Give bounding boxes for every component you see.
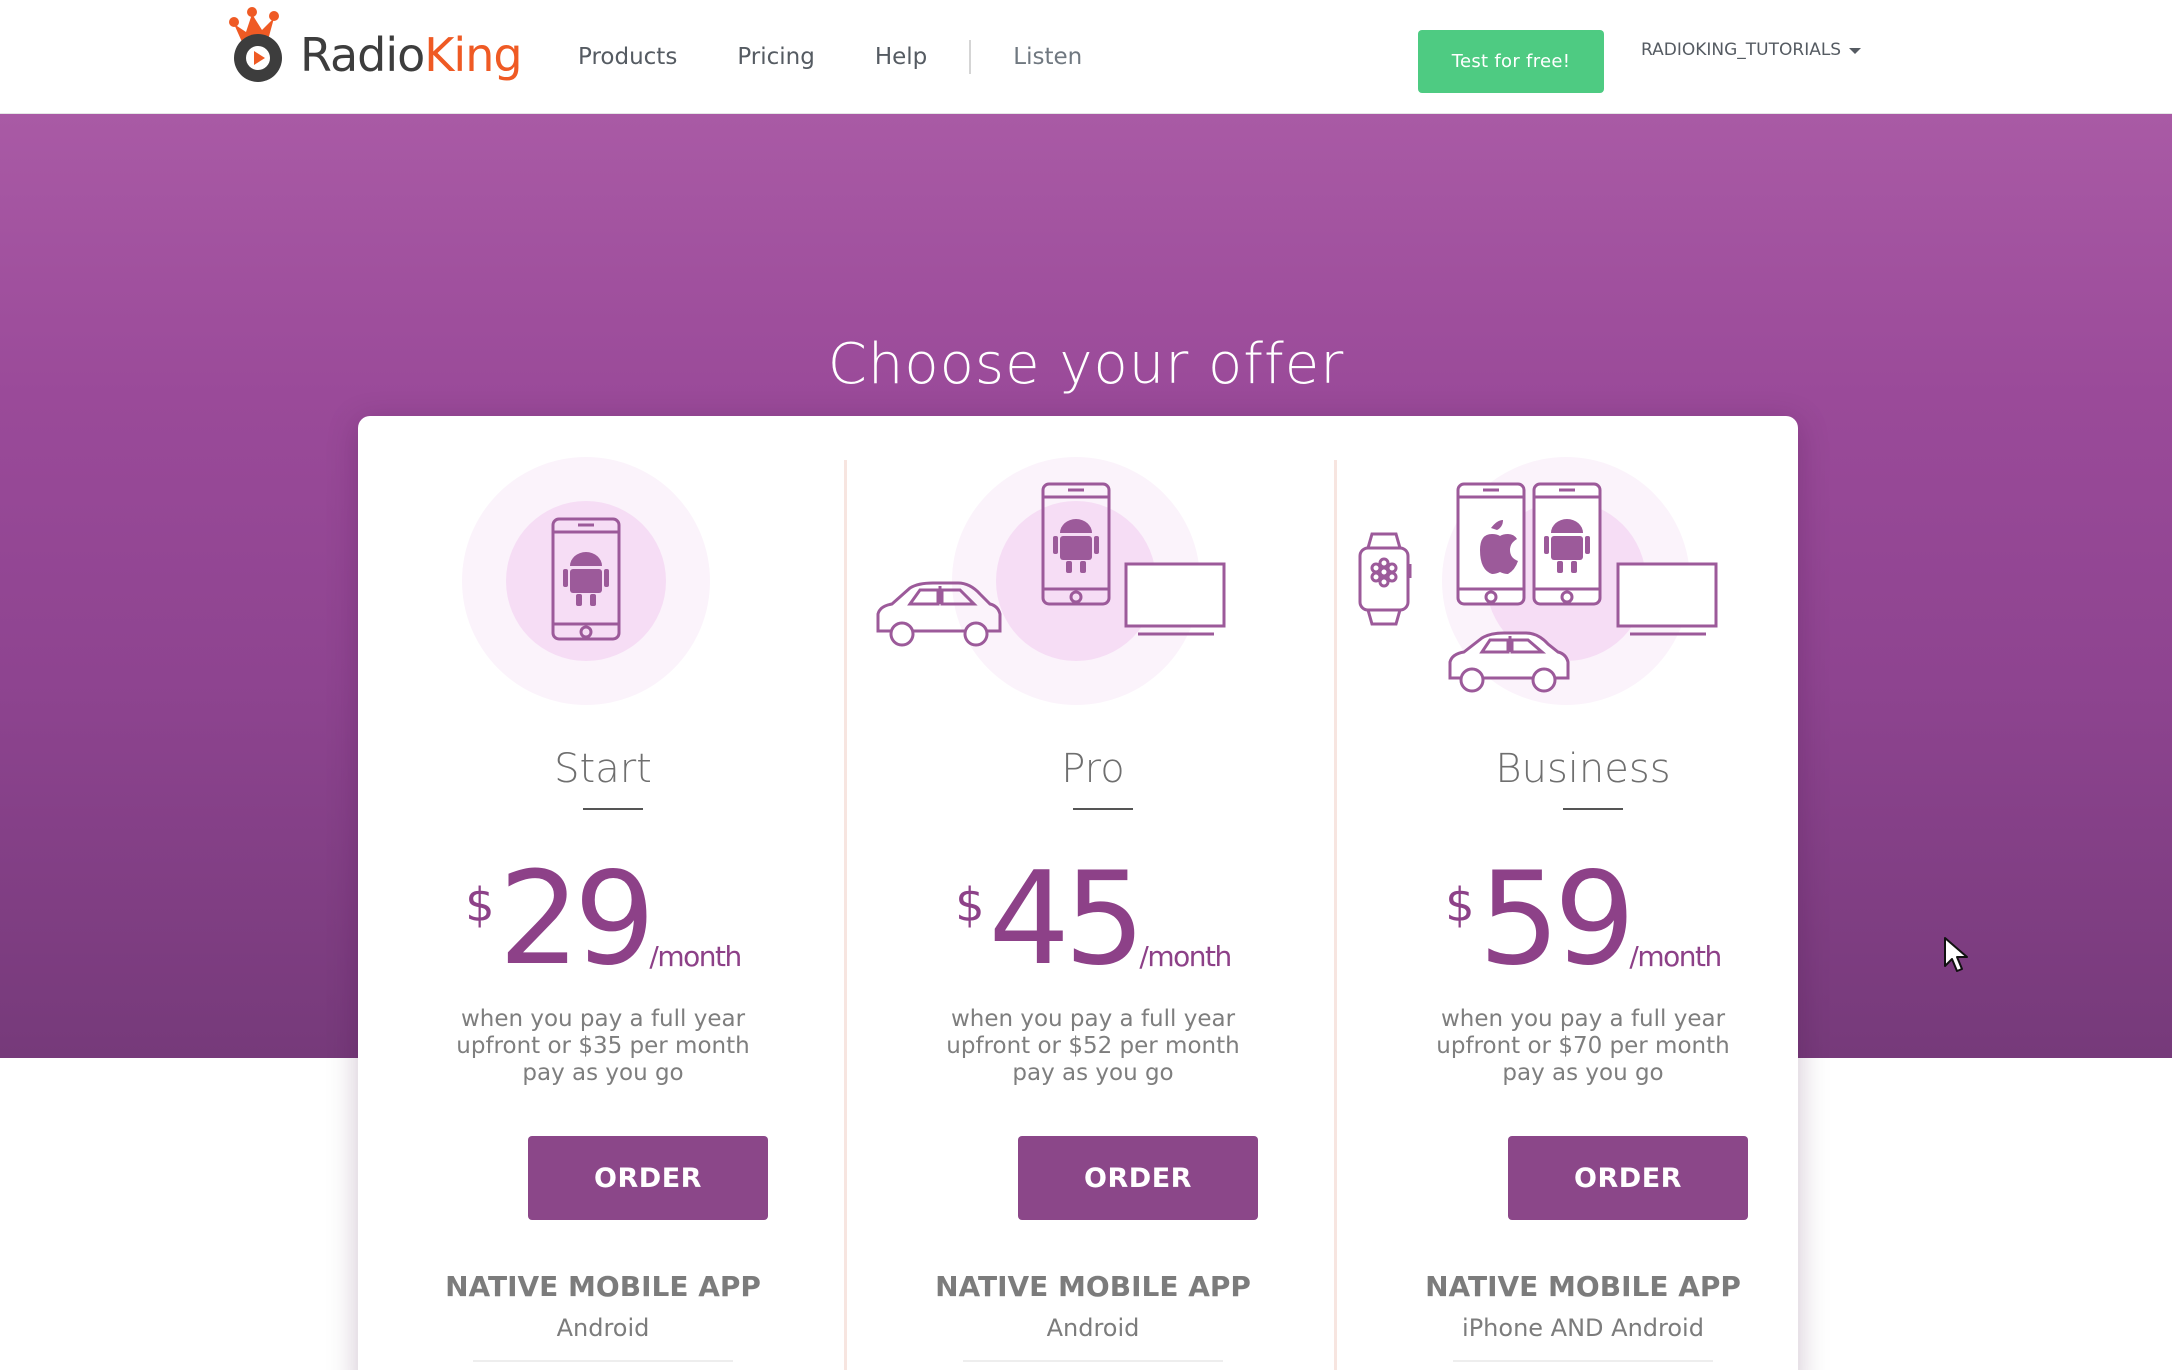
price-currency: $ [465, 878, 495, 932]
page-title: Choose your offer [827, 332, 1345, 397]
column-divider [1334, 460, 1337, 1370]
pricing-card: Start $ 29 /month when you pay a full ye… [358, 416, 1798, 1370]
plan-name: Pro [1061, 746, 1125, 792]
order-business-button[interactable]: ORDER [1508, 1136, 1748, 1220]
radioking-logo[interactable]: RadioKing [228, 6, 523, 86]
nav-help[interactable]: Help [875, 44, 927, 70]
site-header: RadioKing Products Pricing Help Listen T… [0, 0, 2172, 114]
plan-name-underline [1073, 808, 1133, 810]
main-nav: Products Pricing Help Listen [578, 0, 1142, 114]
price-period: /month [1139, 940, 1232, 973]
plan-description: when you pay a full year upfront or $52 … [946, 1006, 1240, 1086]
logo-wordmark: RadioKing [300, 28, 523, 82]
price-period: /month [649, 940, 742, 973]
plan-name-underline [583, 808, 643, 810]
plan-pro: Pro $ 45 /month when you pay a full year… [848, 416, 1338, 1370]
column-divider [844, 460, 847, 1370]
monitor-icon [1616, 562, 1718, 636]
plan-start-illustration [462, 457, 710, 705]
nav-products[interactable]: Products [578, 44, 677, 70]
price-period: /month [1629, 940, 1722, 973]
crown-logo-icon [229, 7, 282, 82]
feature-subtitle: Android [556, 1314, 650, 1342]
plan-business-illustration [1358, 457, 1718, 705]
plan-business: Business $ 59 /month when you pay a full… [1338, 416, 1828, 1370]
plan-price: $ 45 /month [848, 856, 1338, 984]
plan-name-underline [1563, 808, 1623, 810]
order-start-button[interactable]: ORDER [528, 1136, 768, 1220]
feature-title: NATIVE MOBILE APP [445, 1270, 761, 1303]
plan-description: when you pay a full year upfront or $70 … [1436, 1006, 1730, 1086]
nav-pricing[interactable]: Pricing [737, 44, 815, 70]
feature-divider [1453, 1360, 1713, 1362]
test-for-free-button[interactable]: Test for free! [1418, 30, 1604, 93]
price-currency: $ [955, 878, 985, 932]
plan-name: Start [554, 746, 652, 792]
mouse-cursor-icon [1944, 937, 1968, 972]
nav-listen[interactable]: Listen [1013, 44, 1082, 70]
monitor-icon [1124, 562, 1226, 636]
order-pro-button[interactable]: ORDER [1018, 1136, 1258, 1220]
plan-description: when you pay a full year upfront or $35 … [456, 1006, 750, 1086]
feature-divider [963, 1360, 1223, 1362]
plan-price: $ 59 /month [1338, 856, 1828, 984]
plan-name: Business [1495, 746, 1671, 792]
price-currency: $ [1445, 878, 1475, 932]
feature-subtitle: iPhone AND Android [1462, 1314, 1704, 1342]
feature-subtitle: Android [1046, 1314, 1140, 1342]
smartwatch-icon [1358, 532, 1412, 626]
user-menu[interactable]: RADIOKING_TUTORIALS [1641, 40, 1862, 60]
price-amount: 45 [988, 845, 1146, 994]
plan-start: Start $ 29 /month when you pay a full ye… [358, 416, 848, 1370]
feature-title: NATIVE MOBILE APP [935, 1270, 1251, 1303]
plan-pro-illustration [876, 457, 1226, 705]
nav-divider [969, 40, 972, 74]
price-amount: 59 [1478, 845, 1636, 994]
feature-title: NATIVE MOBILE APP [1425, 1270, 1741, 1303]
user-menu-label: RADIOKING_TUTORIALS [1641, 40, 1842, 60]
feature-divider [473, 1360, 733, 1362]
plan-price: $ 29 /month [358, 856, 848, 984]
price-amount: 29 [498, 845, 656, 994]
caret-down-icon [1849, 48, 1862, 54]
